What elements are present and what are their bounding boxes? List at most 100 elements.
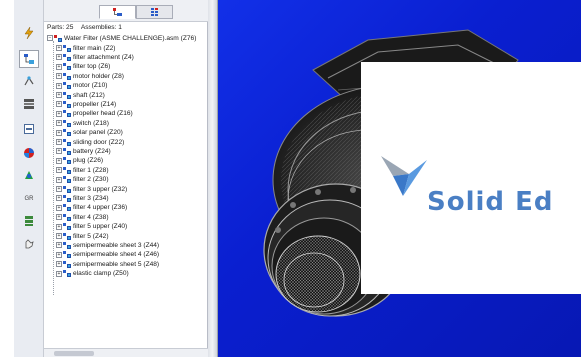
part-icon — [63, 72, 71, 80]
part-icon — [63, 166, 71, 174]
expand-icon[interactable]: + — [56, 261, 62, 268]
part-icon — [63, 176, 71, 184]
part-icon — [63, 147, 71, 155]
gr-label: GR — [24, 196, 34, 202]
expand-icon[interactable]: + — [56, 92, 62, 98]
expand-icon[interactable]: + — [56, 157, 62, 164]
tree-root-assembly[interactable]: − Water Filter (ASME CHALLENGE).asm (Z76… — [47, 33, 196, 43]
tree-item-label: propeller (Z14) — [73, 100, 117, 108]
expand-icon[interactable]: + — [56, 251, 62, 258]
part-icon — [63, 204, 71, 212]
expand-icon[interactable]: + — [56, 223, 62, 230]
part-icon — [63, 251, 71, 259]
gr-label-icon[interactable]: GR — [19, 190, 39, 208]
tree-item-label: filter attachment (Z4) — [73, 53, 134, 61]
panel-splitter[interactable] — [208, 0, 218, 357]
part-icon — [63, 138, 71, 146]
assembly-icon — [54, 34, 62, 42]
tree-item-label: filter 2 (Z30) — [73, 176, 109, 184]
expand-icon[interactable]: + — [56, 54, 62, 61]
relationship-icon[interactable] — [19, 72, 39, 90]
part-icon — [63, 91, 71, 99]
tree-item-label: filter 4 (Z38) — [73, 213, 109, 221]
pathfinder-panel: Parts: 25 Assemblies: 1 − Water Filter (… — [44, 0, 208, 357]
part-icon — [63, 53, 71, 61]
expand-icon[interactable]: + — [56, 45, 62, 51]
splash-overlay: Solid Ed — [361, 62, 581, 294]
expand-icon[interactable]: + — [56, 73, 62, 80]
expand-icon[interactable]: + — [56, 233, 62, 239]
tree-item-label: shaft (Z12) — [73, 91, 105, 99]
hand-tool-icon[interactable] — [19, 234, 39, 252]
collapse-icon[interactable]: − — [47, 35, 53, 41]
expand-icon[interactable]: + — [56, 129, 62, 136]
expand-icon[interactable]: + — [56, 139, 62, 145]
expand-icon[interactable]: + — [56, 195, 62, 202]
scrollbar-thumb[interactable] — [54, 351, 94, 356]
part-icon — [63, 100, 71, 108]
assemblies-count: Assemblies: 1 — [80, 24, 122, 31]
part-icon — [63, 232, 71, 240]
tree-root-label: Water Filter (ASME CHALLENGE).asm (Z76) — [64, 34, 197, 42]
part-icon — [63, 110, 71, 118]
part-icon — [63, 270, 71, 278]
lightning-icon[interactable] — [19, 24, 39, 42]
tree-item-label: filter 5 upper (Z40) — [73, 223, 128, 231]
tab-tree-view[interactable] — [99, 5, 136, 19]
tree-item-label: filter 1 (Z28) — [73, 166, 109, 174]
tree-item-label: elastic clamp (Z50) — [73, 270, 129, 278]
tree-item-label: filter 3 upper (Z32) — [73, 185, 128, 193]
library-stack-icon[interactable] — [19, 212, 39, 230]
expand-icon[interactable]: + — [56, 176, 62, 183]
part-icon — [63, 119, 71, 127]
tree-item-label: semipermeable sheet 4 (Z46) — [73, 251, 160, 259]
tree-item-label: filter top (Z6) — [73, 63, 111, 71]
expand-icon[interactable]: + — [56, 204, 62, 211]
tree-item[interactable]: + elastic clamp (Z50) — [56, 269, 129, 279]
part-icon — [63, 213, 71, 221]
part-icon — [63, 260, 71, 268]
part-icon — [63, 82, 71, 90]
part-icon — [63, 223, 71, 231]
tree-item-label: semipermeable sheet 5 (Z48) — [73, 260, 160, 268]
tree-item-label: propeller head (Z16) — [73, 110, 133, 118]
expand-icon[interactable]: + — [56, 167, 62, 174]
tree-item-label: battery (Z24) — [73, 147, 111, 155]
tree-item-label: motor (Z10) — [73, 82, 108, 90]
tree-item-label: motor holder (Z8) — [73, 72, 124, 80]
expand-icon[interactable]: + — [56, 63, 62, 70]
tree-item-label: semipermeable sheet 3 (Z44) — [73, 241, 160, 249]
expand-icon[interactable]: + — [56, 242, 62, 249]
expand-icon[interactable]: + — [56, 148, 62, 155]
part-icon — [63, 129, 71, 137]
solid-edge-logo-icon — [381, 156, 427, 196]
expand-icon[interactable]: + — [56, 120, 62, 127]
solid-edge-window: GR Parts: 25 Assemblies: 1 − Water Filte… — [0, 0, 581, 357]
display-palette-icon[interactable] — [19, 166, 39, 184]
parts-count: Parts: 25 — [47, 24, 74, 31]
tree-item-label: filter 4 upper (Z36) — [73, 204, 128, 212]
tree-item-label: solar panel (Z20) — [73, 129, 123, 137]
part-icon — [63, 194, 71, 202]
part-icon — [63, 44, 71, 52]
panel-horizontal-scrollbar[interactable] — [44, 348, 208, 357]
expand-icon[interactable]: + — [56, 214, 62, 221]
expand-icon[interactable]: + — [56, 82, 62, 89]
tree-item-label: filter 3 (Z34) — [73, 194, 109, 202]
assembly-tree: − Water Filter (ASME CHALLENGE).asm (Z76… — [44, 33, 208, 323]
tab-grid-view[interactable] — [136, 5, 173, 19]
expand-icon[interactable]: + — [56, 186, 62, 192]
color-globe-icon[interactable] — [19, 144, 39, 162]
part-icon — [63, 185, 71, 193]
tree-item-label: sliding door (Z22) — [73, 138, 125, 146]
layer-grid-icon[interactable] — [19, 95, 39, 113]
tree-structure-icon[interactable] — [19, 50, 39, 68]
sheet-icon[interactable] — [19, 120, 39, 138]
tree-item-label: filter 5 (Z42) — [73, 232, 109, 240]
tree-connector-line — [53, 41, 54, 295]
expand-icon[interactable]: + — [56, 110, 62, 117]
tree-view-icon — [112, 7, 122, 16]
expand-icon[interactable]: + — [56, 101, 62, 108]
splash-brand-text: Solid Ed — [427, 187, 554, 217]
expand-icon[interactable]: + — [56, 270, 62, 277]
